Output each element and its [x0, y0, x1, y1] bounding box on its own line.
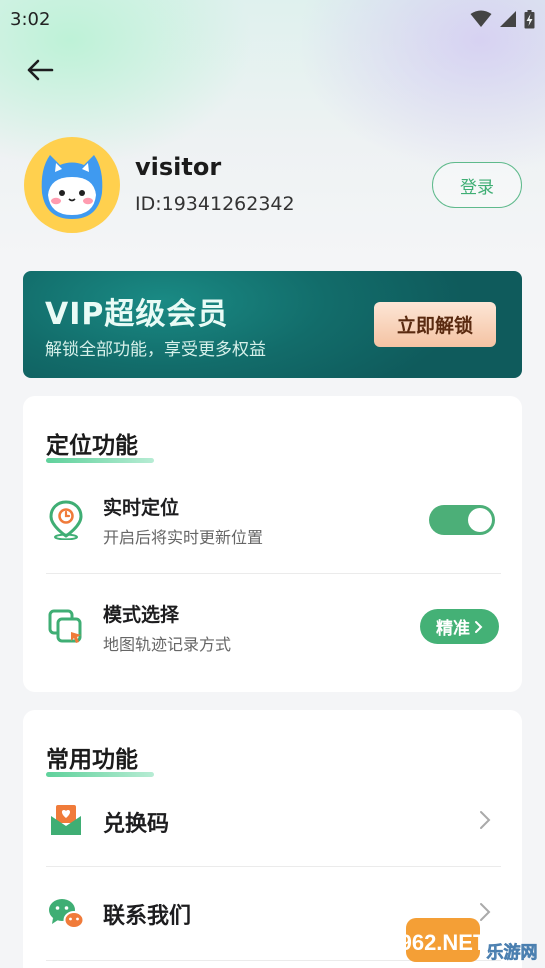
avatar[interactable] — [24, 137, 120, 233]
contact-us-label: 联系我们 — [103, 904, 192, 929]
username: visitor — [135, 153, 222, 181]
realtime-location-title: 实时定位 — [103, 497, 180, 519]
common-section-title: 常用功能 — [46, 740, 154, 777]
user-id: ID:19341262342 — [135, 193, 295, 215]
site-watermark-logo: 962.NET 乐游网 — [400, 912, 542, 966]
chevron-right-icon — [475, 620, 483, 633]
status-bar: 3:02 — [0, 0, 545, 38]
login-button[interactable]: 登录 — [432, 162, 522, 208]
battery-charging-icon — [524, 9, 535, 28]
watermark-site-name: 乐游网 — [487, 942, 538, 963]
divider — [46, 573, 501, 574]
wifi-icon — [470, 10, 492, 27]
toggle-knob — [468, 508, 492, 532]
unlock-now-button[interactable]: 立即解锁 — [374, 302, 496, 347]
cat-avatar-icon — [41, 155, 103, 219]
redeem-code-icon — [46, 800, 86, 840]
redeem-code-label: 兑换码 — [103, 812, 170, 837]
vip-subtitle: 解锁全部功能，享受更多权益 — [45, 340, 266, 360]
mode-select-subtitle: 地图轨迹记录方式 — [103, 635, 232, 654]
realtime-location-toggle[interactable] — [429, 505, 495, 535]
arrow-left-icon — [27, 59, 54, 81]
realtime-location-subtitle: 开启后将实时更新位置 — [103, 528, 264, 547]
divider — [46, 866, 501, 867]
mode-value-label: 精准 — [436, 619, 470, 639]
location-section-card: 定位功能 实时定位 开启后将实时更新位置 模式选择 地图轨迹记录方式 精准 — [23, 396, 522, 692]
location-clock-icon — [46, 500, 86, 540]
wechat-icon — [46, 893, 86, 933]
chevron-right-icon — [475, 808, 495, 832]
watermark-number: 962.NET — [404, 930, 487, 955]
back-button[interactable] — [22, 52, 58, 88]
mode-select-icon — [46, 607, 86, 647]
location-section-title: 定位功能 — [46, 426, 154, 463]
vip-title: VIP超级会员 — [45, 297, 229, 332]
signal-icon — [500, 11, 516, 27]
mode-select-title: 模式选择 — [103, 604, 180, 626]
mode-value-button[interactable]: 精准 — [420, 609, 499, 644]
status-time: 3:02 — [10, 8, 51, 30]
vip-banner[interactable]: VIP超级会员 解锁全部功能，享受更多权益 立即解锁 — [23, 271, 522, 378]
